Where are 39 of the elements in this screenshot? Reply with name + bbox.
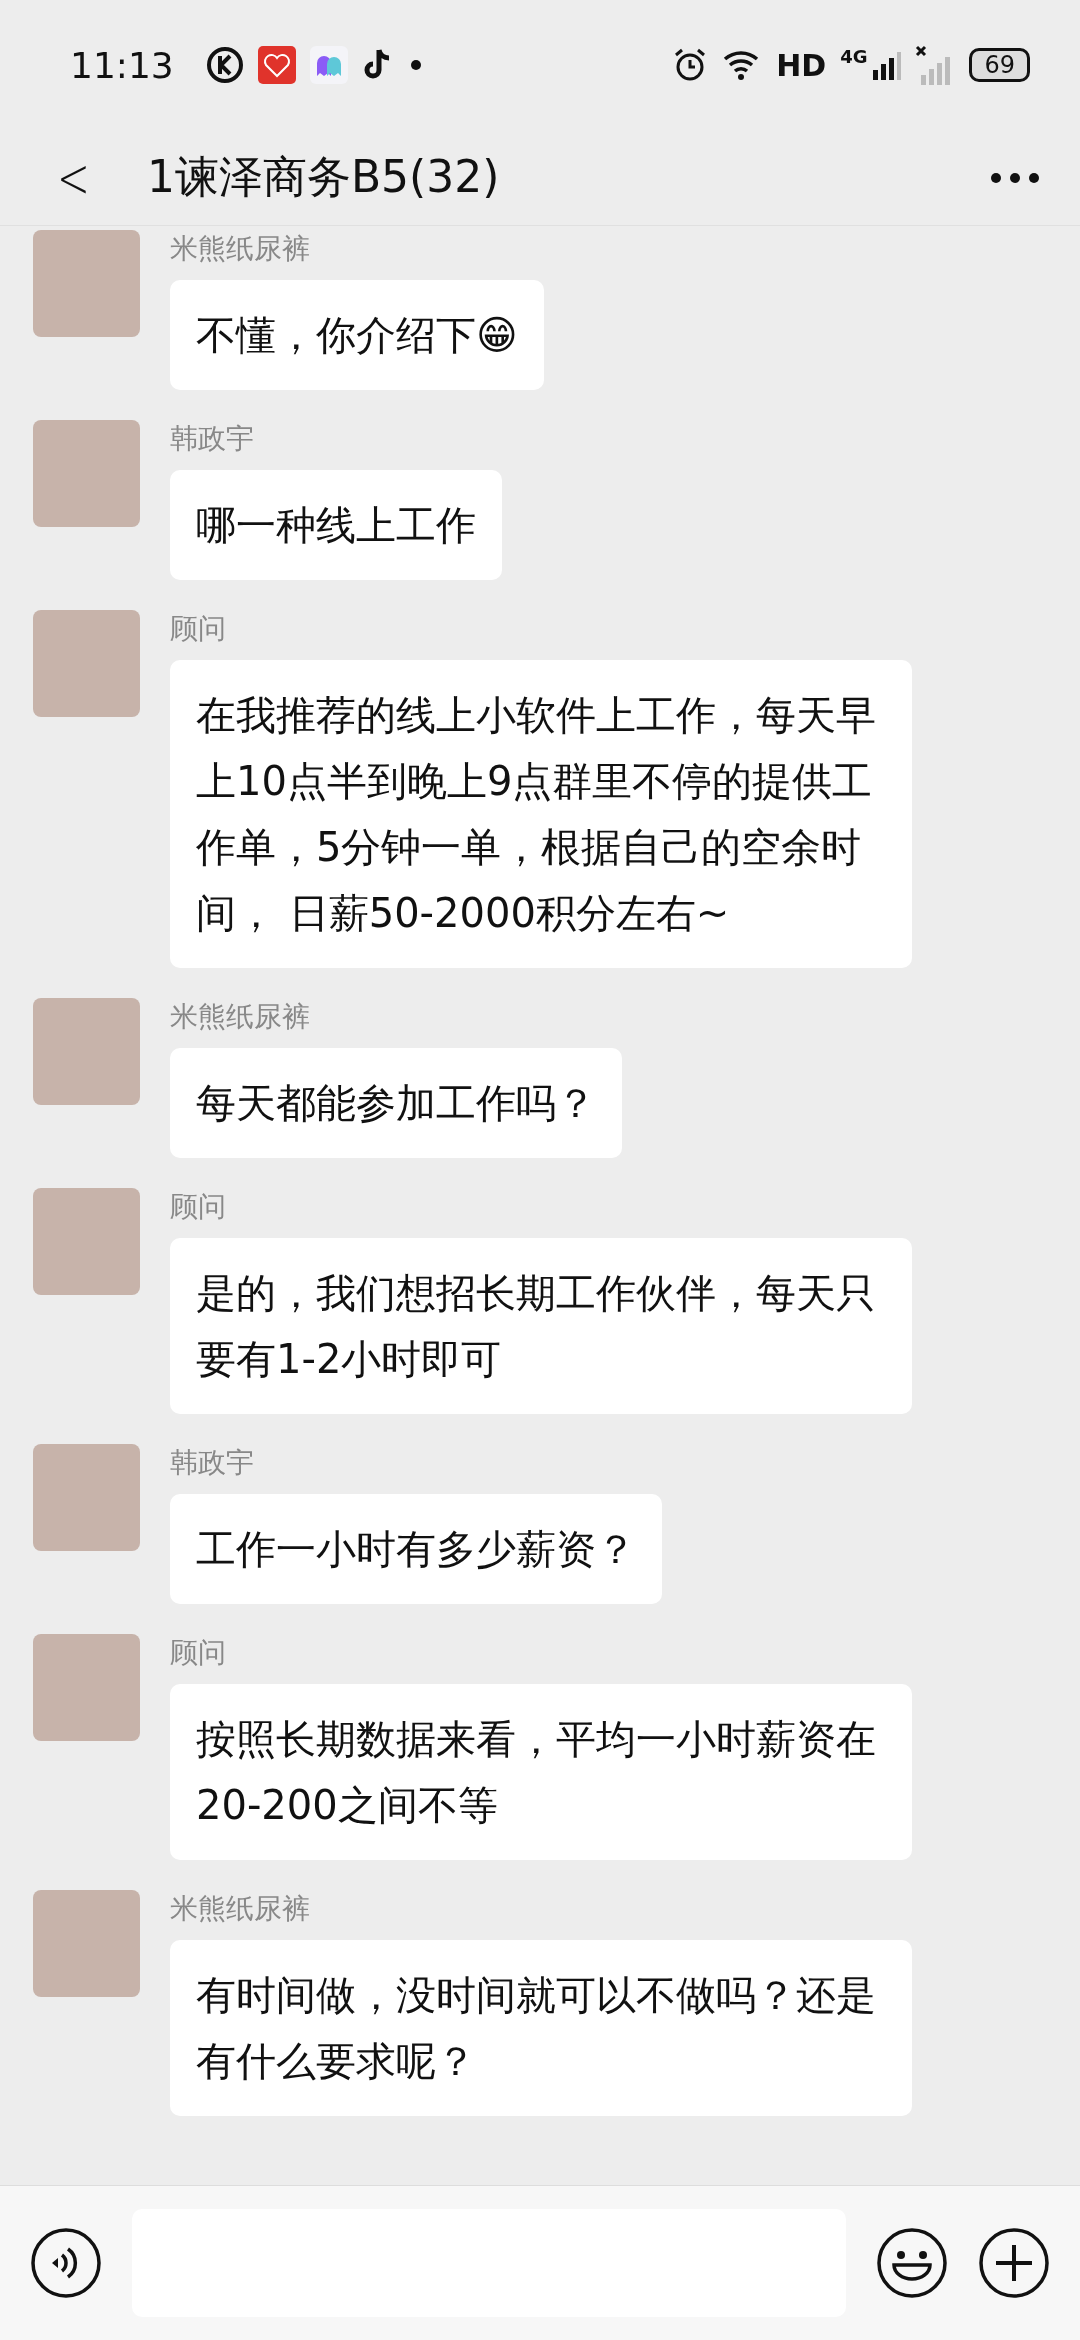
status-time: 11:13	[70, 44, 174, 86]
message-bubble: 有时间做，没时间就可以不做吗？还是有什么要求呢？	[170, 1940, 912, 2116]
message-bubble: 按照长期数据来看，平均一小时薪资在20-200之间不等	[170, 1684, 912, 1860]
avatar-photo[interactable]	[33, 230, 140, 337]
signal-icon	[871, 50, 902, 80]
avatar-photo[interactable]	[33, 1188, 140, 1295]
sender-name: 米熊纸尿裤	[170, 1891, 310, 1927]
sender-name: 顾问	[170, 1635, 226, 1671]
avatar-photo[interactable]	[33, 1444, 140, 1551]
sender-name: 顾问	[170, 1189, 226, 1225]
sender-name: 韩政宇	[170, 421, 254, 457]
avatar-photo[interactable]	[33, 1890, 140, 1997]
avatar-photo[interactable]	[33, 998, 140, 1105]
dot-icon	[409, 59, 422, 71]
smiley-icon[interactable]	[876, 2227, 948, 2299]
chat-title: 1谏泽商务B5(32)	[146, 150, 501, 204]
avatar-photo[interactable]	[33, 610, 140, 717]
sender-name: 韩政宇	[170, 1445, 254, 1481]
voice-icon[interactable]	[30, 2227, 102, 2299]
message-bubble: 每天都能参加工作吗？	[170, 1048, 622, 1158]
battery-indicator: 69	[969, 48, 1030, 82]
message-bubble: 工作一小时有多少薪资？	[170, 1494, 662, 1604]
message-bubble: 哪一种线上工作	[170, 470, 502, 580]
heart-app-icon	[257, 46, 296, 84]
hd-indicator: HD	[776, 47, 827, 83]
back-button[interactable]: <	[43, 145, 104, 210]
message-bubble: 是的，我们想招长期工作伙伴，每天只要有1-2小时即可	[170, 1238, 912, 1414]
message-bubble: 不懂，你介绍下😁	[170, 280, 544, 390]
avatar-photo[interactable]	[33, 1634, 140, 1741]
add-icon[interactable]	[978, 2227, 1050, 2299]
more-icon[interactable]	[990, 171, 1040, 184]
sender-name: 米熊纸尿裤	[170, 231, 310, 267]
sender-name: 顾问	[170, 611, 226, 647]
network-label: 4G	[840, 46, 868, 67]
message-bubble: 在我推荐的线上小软件上工作，每天早上10点半到晚上9点群里不停的提供工作单，5分钟一单，根据自己的空余时间， 日薪50-2000积分左右~	[170, 660, 912, 968]
ghost-app-icon	[309, 46, 348, 84]
avatar-photo[interactable]	[33, 420, 140, 527]
k-logo-icon	[205, 46, 244, 84]
sender-name: 米熊纸尿裤	[170, 999, 310, 1035]
